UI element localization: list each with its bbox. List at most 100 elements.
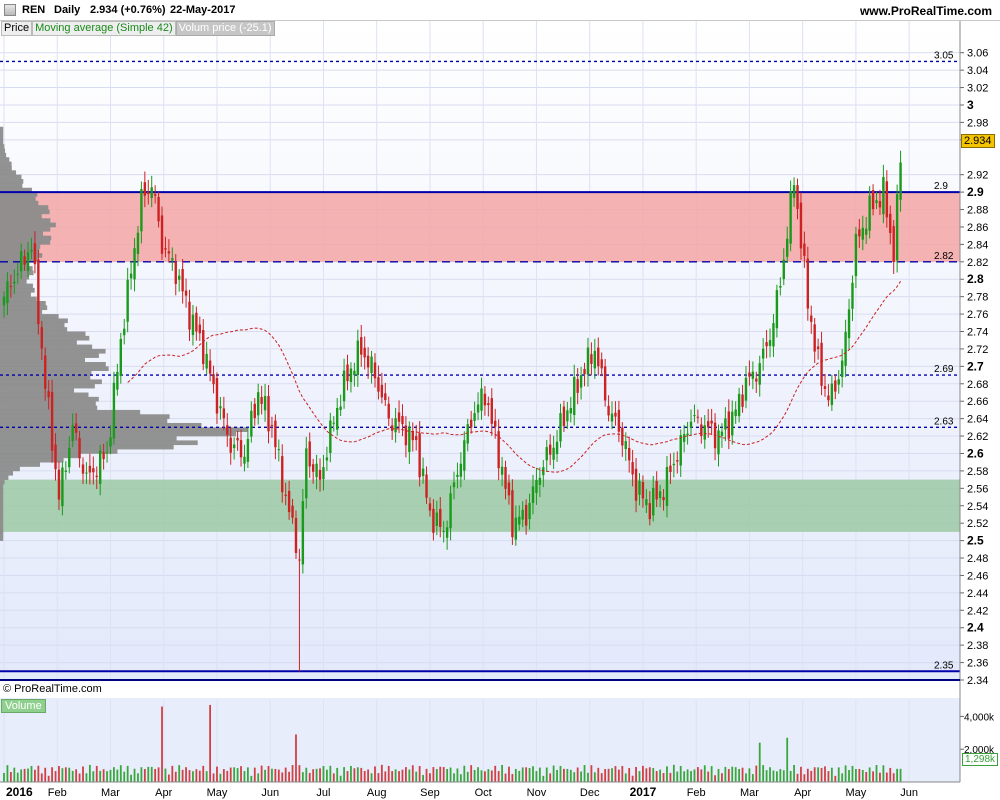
candle-body [373, 362, 377, 379]
volume-bar [332, 773, 335, 782]
candle-body [246, 439, 250, 462]
candle-body [160, 215, 164, 254]
candle-body [847, 309, 851, 339]
y-tick-label: 2.56 [967, 483, 988, 495]
volume-bar [429, 773, 431, 782]
y-tick-label: 3.06 [967, 48, 988, 60]
volume-bar [638, 771, 641, 782]
candle-body [734, 409, 737, 417]
profile-bar [0, 501, 4, 507]
candle-body [782, 259, 785, 280]
volume-bar [102, 769, 105, 782]
candle-body [665, 466, 669, 506]
y-tick-label: 2.34 [967, 675, 988, 687]
x-tick-label: Apr [794, 787, 811, 799]
profile-bar [0, 466, 20, 472]
timeframe[interactable]: Daily [54, 4, 80, 16]
volume-bar [202, 765, 205, 782]
volume-bar [167, 774, 170, 782]
profile-bar [0, 418, 168, 424]
volume-bar [418, 766, 421, 782]
y-tick-label: 2.76 [967, 309, 988, 321]
candle-body [342, 370, 346, 402]
candle-body [150, 187, 153, 199]
candle-body [325, 457, 329, 461]
volume-bar [192, 771, 194, 782]
profile-bar [0, 457, 64, 463]
legend-volume-profile[interactable]: Volum price (-25.1) [175, 21, 275, 36]
legend-price[interactable]: Price [1, 21, 33, 36]
volume-bar [827, 771, 830, 782]
legend-moving-average[interactable]: Moving average (Simple 42) [32, 21, 176, 36]
profile-bar [0, 213, 42, 219]
candle-body [74, 423, 78, 433]
candle-body [871, 190, 875, 210]
candle-body [267, 396, 270, 432]
volume-bar [130, 774, 132, 782]
volume-bar [346, 771, 349, 782]
candle-body [617, 409, 621, 432]
candle-body [411, 430, 414, 441]
profile-bar [0, 283, 33, 289]
volume-bar [380, 764, 383, 782]
candle-body [404, 425, 408, 446]
volume-bar [377, 773, 380, 782]
candle-body [672, 463, 676, 466]
candle-body [397, 412, 401, 422]
volume-bar [889, 767, 892, 782]
volume-bar [566, 768, 569, 782]
volume-bar [868, 767, 871, 782]
profile-bar [0, 414, 170, 419]
candle-body [507, 482, 511, 496]
profile-bar [0, 344, 93, 350]
y-tick-label: 2.6 [967, 446, 984, 460]
candle-body [583, 368, 586, 375]
candle-body [116, 371, 119, 390]
x-tick-label: Mar [101, 787, 120, 799]
volume-bar [707, 771, 710, 782]
copyright: © ProRealTime.com [3, 683, 102, 695]
candle-body [366, 355, 370, 368]
y-tick-label: 2.46 [967, 570, 988, 582]
volume-bar [776, 771, 778, 782]
x-tick-label: Jun [261, 787, 279, 799]
volume-bar [741, 767, 744, 782]
candle-body [820, 342, 823, 386]
volume-bar [734, 767, 737, 782]
profile-bar [0, 436, 177, 441]
x-tick-label: 2016 [6, 785, 33, 799]
instrument-menu-icon[interactable] [4, 4, 16, 16]
volume-tick-label: 4,000k [964, 712, 995, 723]
candle-body [748, 372, 751, 377]
volume-bar [435, 769, 438, 782]
volume-bar [662, 773, 665, 782]
volume-bar [356, 767, 359, 782]
volume-bar [542, 775, 545, 782]
website-link[interactable]: www.ProRealTime.com [860, 4, 992, 18]
candle-body [706, 421, 710, 428]
y-tick-label: 2.72 [967, 344, 988, 356]
volume-bar [123, 771, 126, 782]
candle-body [195, 312, 198, 332]
candle-body [88, 465, 92, 473]
volume-bar [401, 769, 404, 782]
volume-bar [301, 772, 304, 782]
candle-body [270, 424, 274, 426]
volume-bar [20, 769, 23, 782]
profile-bar [0, 218, 51, 223]
candle-body [528, 502, 531, 520]
volume-bar [126, 765, 129, 782]
volume-panel-label[interactable]: Volume [1, 699, 46, 713]
candle-body [727, 411, 731, 439]
volume-bar [88, 764, 91, 782]
volume-bar [453, 773, 455, 782]
volume-bar [652, 768, 655, 782]
profile-bar [0, 226, 51, 232]
volume-bar [494, 765, 497, 782]
candle-body [882, 177, 885, 215]
profile-bar [0, 505, 4, 511]
candle-body [421, 468, 425, 477]
volume-bar [614, 766, 617, 782]
volume-bar [497, 771, 500, 782]
candle-body [109, 437, 112, 447]
